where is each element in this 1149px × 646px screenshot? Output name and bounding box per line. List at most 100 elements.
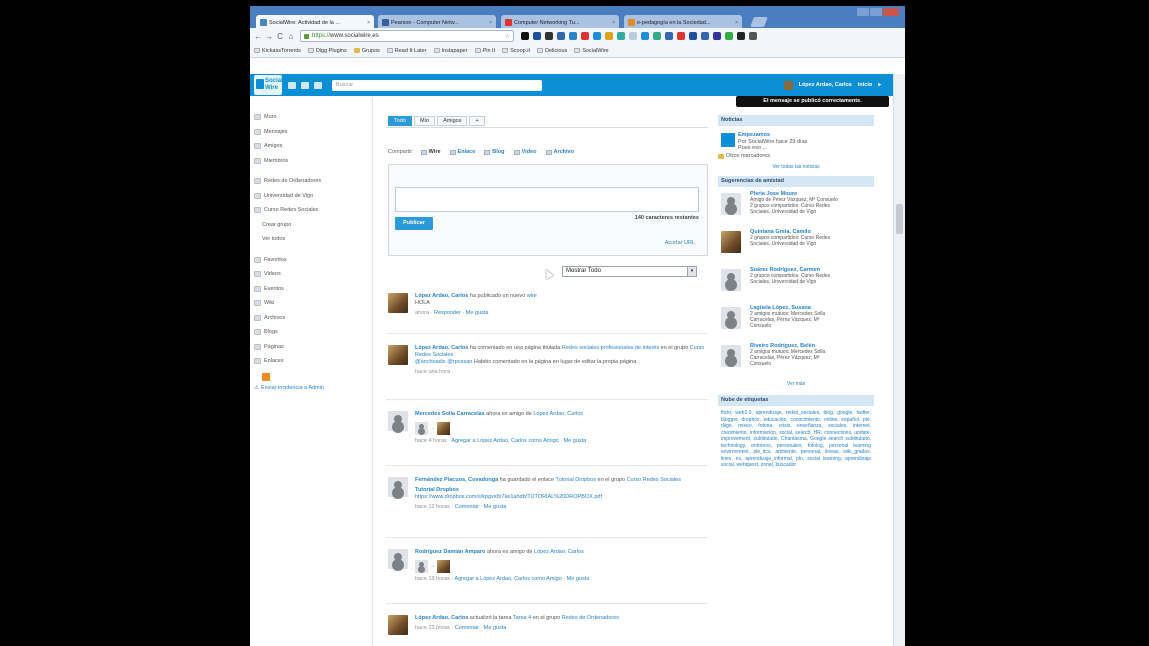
post-avatar[interactable] bbox=[388, 615, 408, 635]
extension-icon[interactable] bbox=[629, 32, 637, 40]
extension-icon[interactable] bbox=[737, 32, 745, 40]
post-avatar[interactable] bbox=[388, 477, 408, 497]
post-action-link[interactable]: Comentar bbox=[455, 504, 479, 510]
suggestion-avatar[interactable] bbox=[721, 307, 741, 329]
back-icon[interactable]: ← bbox=[254, 32, 262, 41]
tab-close-icon[interactable]: × bbox=[489, 20, 492, 26]
extension-icon[interactable] bbox=[557, 32, 565, 40]
new-tab-button[interactable] bbox=[750, 17, 768, 27]
sidebar-item[interactable]: Wiki bbox=[254, 296, 364, 311]
post-action-link[interactable]: Agregar a López Ardao, Carlos como Amigo bbox=[451, 438, 558, 444]
sidebar-item[interactable]: Redes de Ordenadores bbox=[254, 174, 364, 189]
post-object-link[interactable]: wire bbox=[527, 293, 537, 299]
post-author-link[interactable]: López Ardao, Carlos bbox=[415, 345, 468, 351]
feed-tab[interactable]: Amigos bbox=[437, 116, 468, 126]
friend-avatar[interactable] bbox=[437, 422, 450, 435]
sidebar-item[interactable]: Curso Redes Sociales bbox=[254, 203, 364, 218]
extension-icon[interactable] bbox=[725, 32, 733, 40]
extension-icon[interactable] bbox=[701, 32, 709, 40]
sidebar-item[interactable]: Eventos bbox=[254, 282, 364, 297]
tab-close-icon[interactable]: × bbox=[612, 20, 615, 26]
bookmark-item[interactable]: Scoop.it bbox=[502, 48, 530, 54]
share-option[interactable]: Vídeo bbox=[513, 149, 537, 155]
feed-tab[interactable]: Mío bbox=[413, 116, 436, 126]
tag-cloud[interactable]: flickr, web2.0, aprendizaje, redes_socia… bbox=[718, 406, 874, 469]
notifications-icon[interactable] bbox=[314, 81, 322, 89]
tab-close-icon[interactable]: × bbox=[367, 20, 370, 26]
extension-icon[interactable] bbox=[677, 32, 685, 40]
extension-icon[interactable] bbox=[641, 32, 649, 40]
extension-icon[interactable] bbox=[521, 32, 529, 40]
tab-close-icon[interactable]: × bbox=[735, 20, 738, 26]
share-option[interactable]: Archivo bbox=[545, 149, 574, 155]
share-option[interactable]: Wire bbox=[420, 149, 441, 155]
suggestion-avatar[interactable] bbox=[721, 231, 741, 253]
bookmark-item[interactable]: SocialWire bbox=[574, 48, 609, 54]
suggestion-avatar[interactable] bbox=[721, 193, 741, 215]
post-avatar[interactable] bbox=[388, 549, 408, 569]
wire-textarea[interactable] bbox=[395, 187, 699, 212]
bookmark-star-icon[interactable]: ☆ bbox=[505, 33, 510, 40]
extension-icon[interactable] bbox=[569, 32, 577, 40]
page-scrollbar[interactable] bbox=[893, 74, 905, 646]
menu-chevron-icon[interactable]: ▸ bbox=[878, 82, 881, 88]
share-option[interactable]: Blog bbox=[484, 149, 505, 155]
reload-icon[interactable]: C bbox=[276, 32, 284, 41]
feed-filter-select[interactable]: Mostrar Todo ▾ bbox=[562, 266, 697, 277]
post-action-link[interactable]: Me gusta bbox=[484, 625, 507, 631]
friends-icon[interactable] bbox=[288, 81, 296, 89]
post-object-link[interactable]: Tutorial Dropbox bbox=[556, 477, 596, 483]
browser-tab[interactable]: SocialWire: Actividad de la ... × bbox=[256, 15, 374, 28]
extension-icon[interactable] bbox=[653, 32, 661, 40]
post-object-link[interactable]: López Ardao, Carlos bbox=[533, 411, 583, 417]
admin-report-link[interactable]: ⚠ Enviar incidencia a Admin bbox=[254, 385, 364, 391]
extension-icon[interactable] bbox=[749, 32, 757, 40]
post-group-link[interactable]: Redes de Ordenadores bbox=[562, 615, 619, 621]
feed-tab[interactable]: + bbox=[469, 116, 485, 126]
sidebar-item[interactable]: Enlaces bbox=[254, 354, 364, 369]
scrollbar-thumb[interactable] bbox=[896, 204, 903, 234]
sidebar-item[interactable]: Archivos bbox=[254, 311, 364, 326]
post-action-link[interactable]: Me gusta bbox=[466, 310, 489, 316]
post-object-link[interactable]: López Ardao, Carlos bbox=[534, 549, 584, 555]
bookmark-item[interactable]: KickassTorrents bbox=[254, 48, 301, 54]
post-action-link[interactable]: Me gusta bbox=[484, 504, 507, 510]
extension-icon[interactable] bbox=[713, 32, 721, 40]
mention-link[interactable]: @rpossan bbox=[447, 359, 472, 365]
extension-icon[interactable] bbox=[617, 32, 625, 40]
post-author-link[interactable]: Rodríguez Damián Amparo bbox=[415, 549, 485, 555]
post-group-link[interactable]: Curso Redes Sociales bbox=[627, 477, 681, 483]
bookmark-item[interactable]: Digg Plugins bbox=[307, 48, 347, 54]
sidebar-item[interactable]: Favoritos bbox=[254, 253, 364, 268]
post-action-link[interactable]: Responder bbox=[434, 310, 461, 316]
suggestion-avatar[interactable] bbox=[721, 345, 741, 367]
link-url[interactable]: https://www.dropbox.com/s/kpgvx8r7ke1ahd… bbox=[415, 494, 705, 501]
extension-icon[interactable] bbox=[545, 32, 553, 40]
post-action-link[interactable]: Me gusta bbox=[564, 438, 587, 444]
post-action-link[interactable]: Me gusta bbox=[567, 576, 590, 582]
link-title[interactable]: Tutorial Dropbox bbox=[415, 487, 705, 494]
post-author-link[interactable]: López Ardao, Carlos bbox=[415, 293, 468, 299]
extension-icon[interactable] bbox=[689, 32, 697, 40]
home-link[interactable]: Inicio bbox=[858, 82, 872, 88]
post-action-link[interactable]: Agregar a López Ardao, Carlos como Amigo bbox=[454, 576, 561, 582]
suggestion-avatar[interactable] bbox=[721, 269, 741, 291]
sidebar-item[interactable]: Blogs bbox=[254, 325, 364, 340]
minimize-button[interactable] bbox=[857, 8, 869, 16]
friend-avatar[interactable] bbox=[415, 560, 428, 573]
sidebar-item[interactable]: Muro bbox=[254, 110, 364, 125]
friend-avatar[interactable] bbox=[437, 560, 450, 573]
bookmark-item[interactable]: Delicious bbox=[536, 48, 567, 54]
friend-avatar[interactable] bbox=[415, 422, 428, 435]
sidebar-item[interactable]: Videos bbox=[254, 267, 364, 282]
sidebar-item[interactable]: Páginas bbox=[254, 340, 364, 355]
bookmark-item[interactable]: Grupos bbox=[353, 48, 380, 54]
extension-icon[interactable] bbox=[533, 32, 541, 40]
extension-icon[interactable] bbox=[581, 32, 589, 40]
share-option[interactable]: Enlace bbox=[449, 149, 475, 155]
sidebar-item[interactable]: Universidad de Vigo bbox=[254, 189, 364, 204]
sidebar-item[interactable]: Amigos bbox=[254, 139, 364, 154]
close-window-button[interactable] bbox=[883, 8, 899, 16]
bookmark-item[interactable]: Read It Later bbox=[386, 48, 427, 54]
feed-tab[interactable]: Todo bbox=[388, 116, 412, 126]
